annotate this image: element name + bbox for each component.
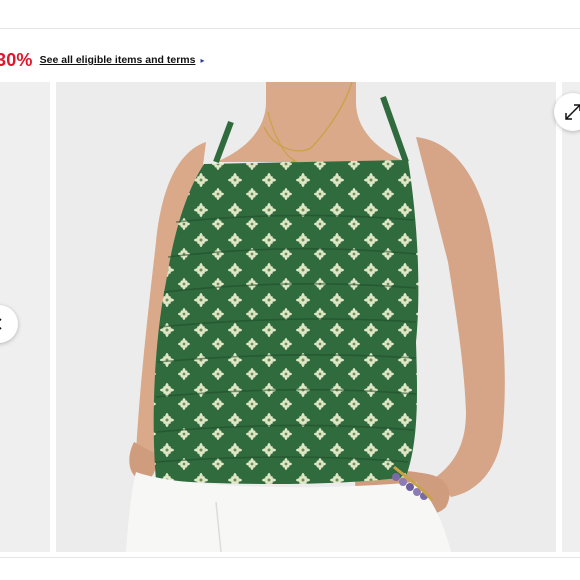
chevron-left-icon xyxy=(0,318,2,330)
eligible-items-link[interactable]: See all eligible items and terms xyxy=(40,54,196,66)
header-divider xyxy=(0,28,580,29)
fullscreen-button[interactable] xyxy=(554,93,580,131)
arrow-right-icon: ▸ xyxy=(200,55,205,65)
gallery-divider xyxy=(0,557,580,558)
next-image-peek[interactable] xyxy=(562,82,580,552)
promo-discount: 30% xyxy=(0,49,33,70)
promo-banner: 30% See all eligible items and terms ▸ xyxy=(0,48,204,72)
image-gallery xyxy=(0,82,580,552)
product-photo xyxy=(56,82,556,552)
expand-icon xyxy=(565,104,580,120)
product-image[interactable] xyxy=(56,82,556,552)
